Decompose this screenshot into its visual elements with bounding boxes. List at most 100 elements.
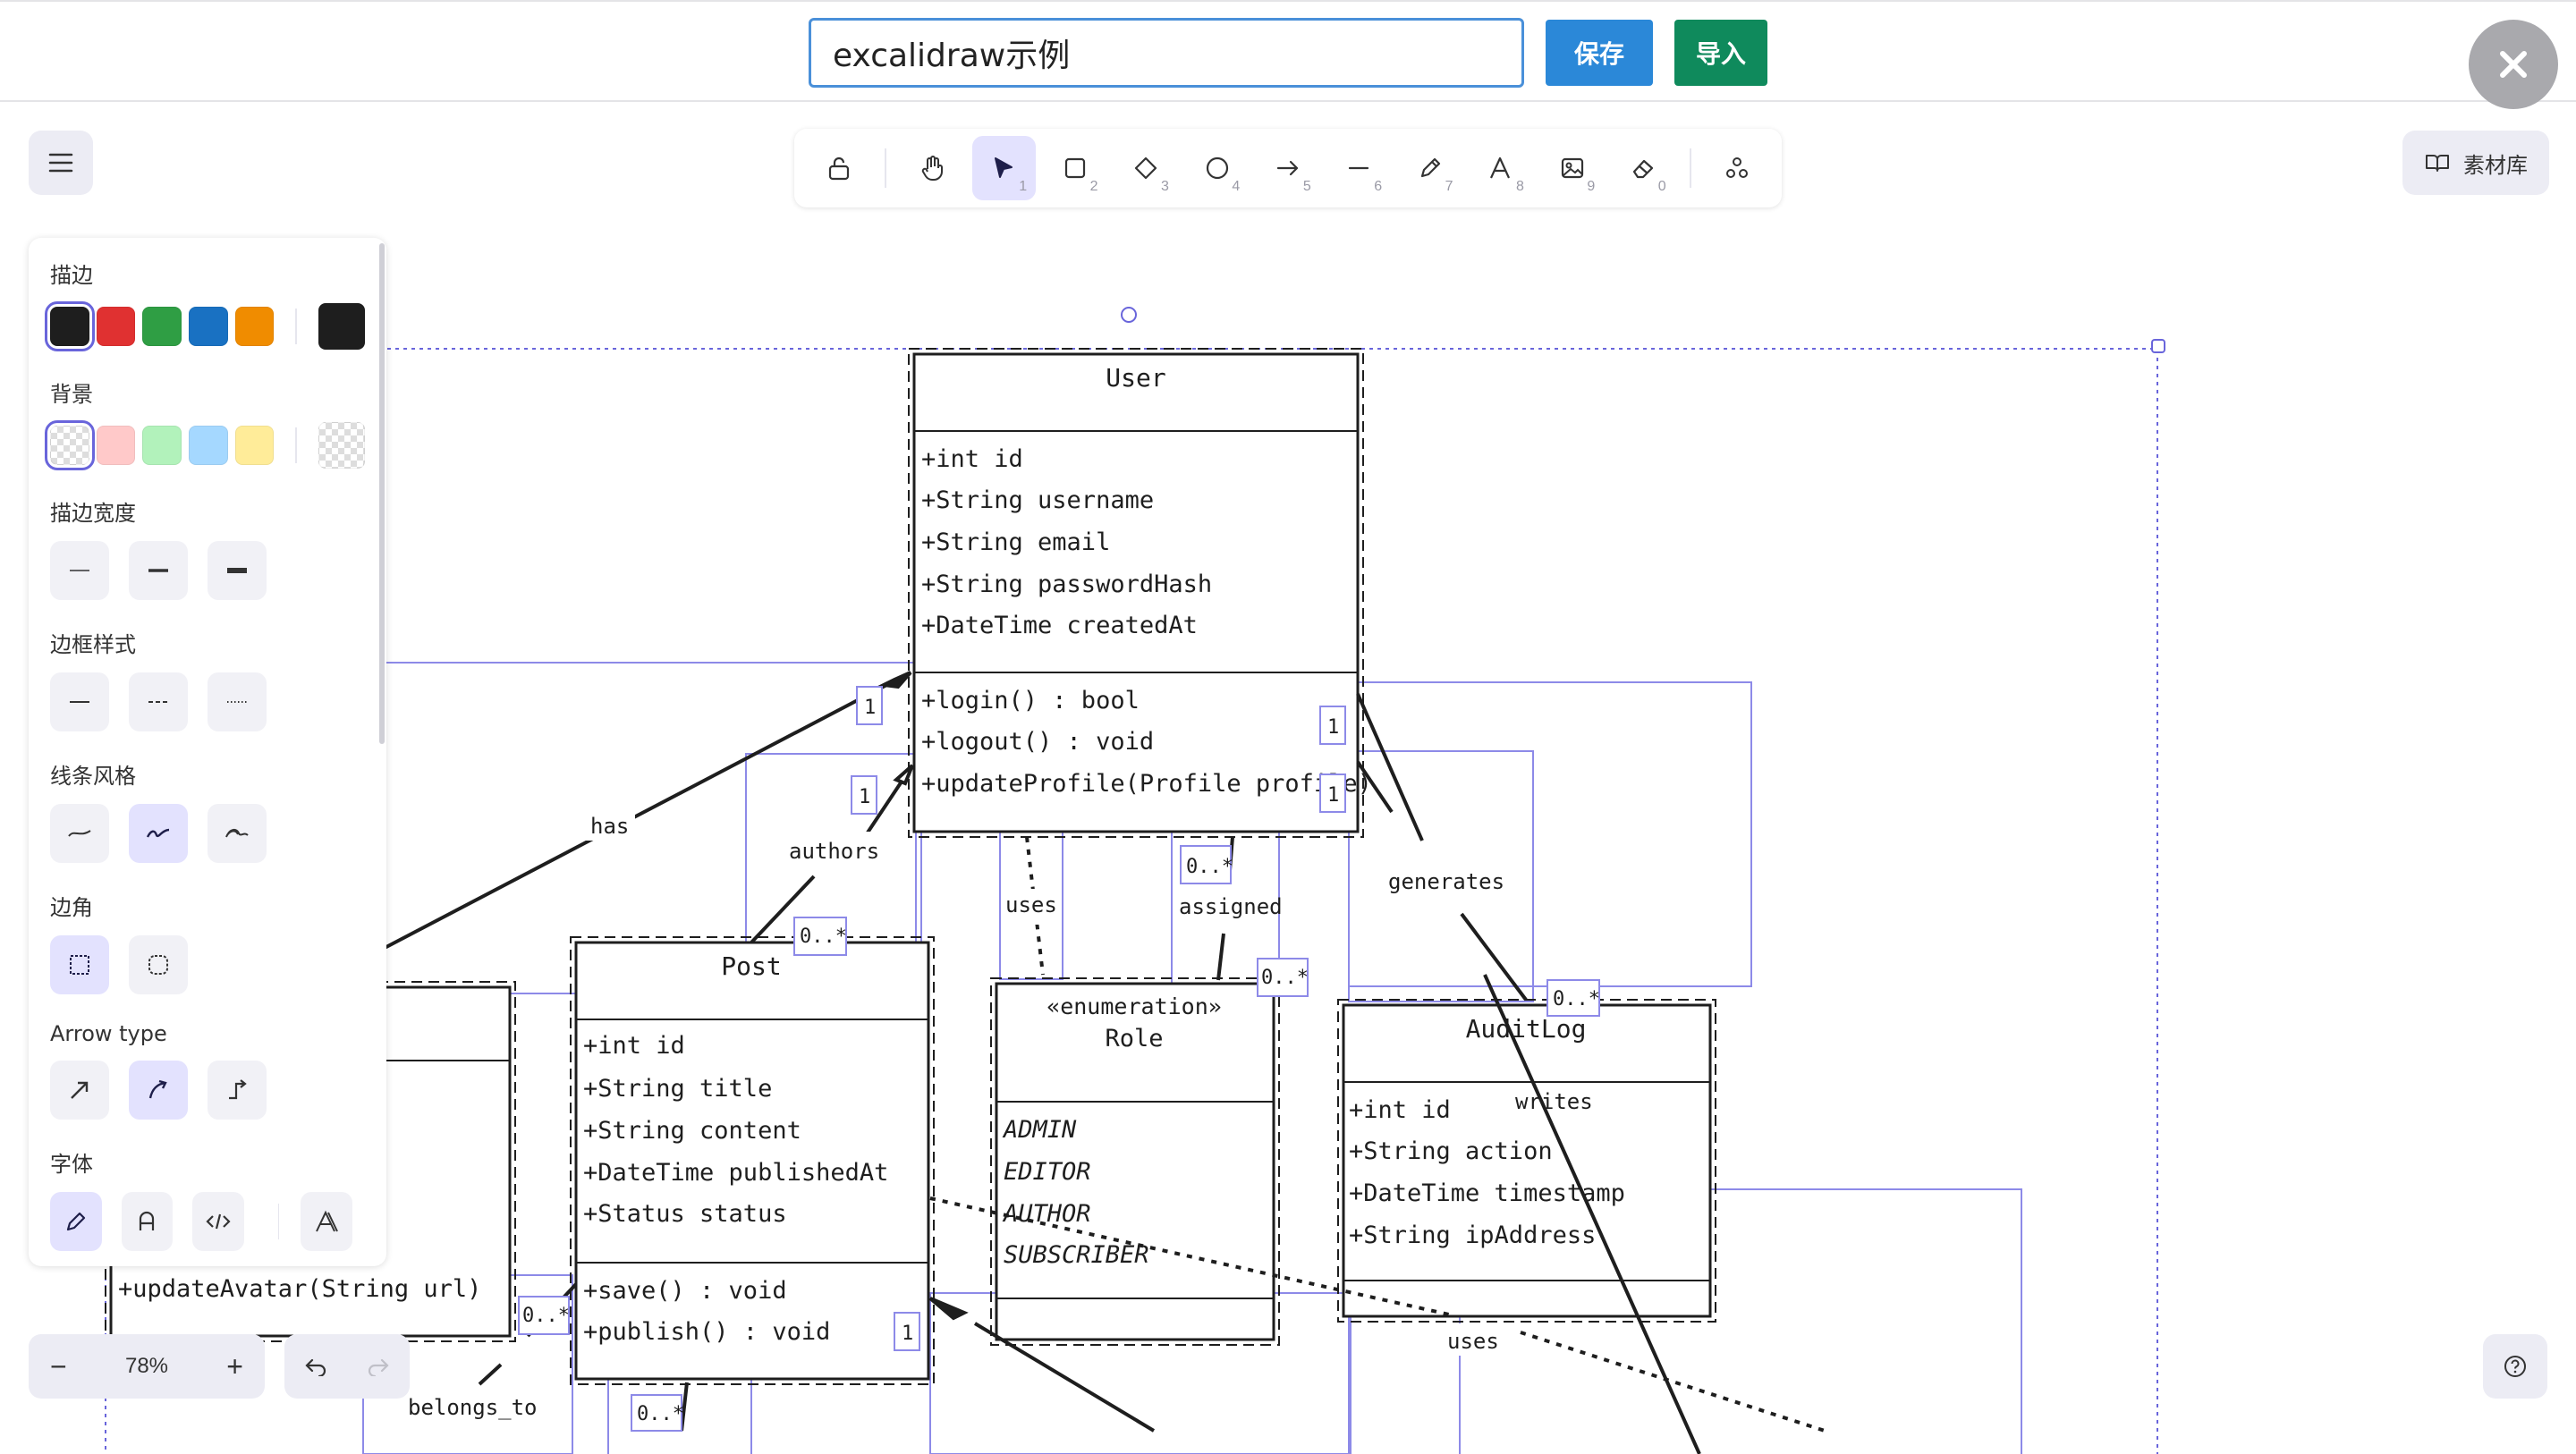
tool-shortcut: 9: [1587, 179, 1596, 194]
stroke-current-color[interactable]: [318, 303, 365, 350]
bg-swatch-green[interactable]: [142, 426, 182, 465]
sloppiness-label: 线条风格: [50, 764, 136, 789]
hand-icon: [921, 156, 944, 181]
panel-scrollbar[interactable]: [379, 243, 385, 744]
post-attr: +Status status: [583, 1200, 787, 1228]
main-menu-button[interactable]: [29, 131, 93, 195]
font-hand-drawn[interactable]: [50, 1192, 102, 1251]
label-uses-2: uses: [1447, 1329, 1499, 1354]
stroke-style-dashed[interactable]: [129, 672, 188, 731]
bg-swatch-blue[interactable]: [189, 426, 228, 465]
stroke-width-extra-bold[interactable]: [208, 541, 267, 600]
sloppiness-architect[interactable]: [50, 804, 109, 863]
tool-hand[interactable]: [901, 136, 964, 200]
post-attr: +String title: [583, 1075, 772, 1103]
label-has: has: [590, 814, 629, 839]
role-enum[interactable]: «enumeration» Role ADMIN EDITOR AUTHOR S…: [990, 977, 1280, 1346]
stroke-swatch-black[interactable]: [45, 301, 95, 351]
close-button[interactable]: [2469, 20, 2558, 109]
zoom-out-button[interactable]: −: [50, 1350, 67, 1383]
stroke-width-bold[interactable]: [129, 541, 188, 600]
auditlog-attr: +String action: [1349, 1137, 1553, 1165]
edges-round[interactable]: [129, 935, 188, 994]
thin-line-icon: [70, 570, 89, 571]
stroke-style-dotted[interactable]: [208, 672, 267, 731]
save-button[interactable]: 保存: [1546, 20, 1653, 86]
stroke-swatch-orange[interactable]: [234, 307, 275, 346]
role-value: SUBSCRIBER: [1004, 1241, 1149, 1269]
tool-lock[interactable]: [807, 136, 870, 200]
tool-draw[interactable]: 7: [1398, 136, 1462, 200]
bg-current-color[interactable]: [318, 422, 365, 469]
stroke-style-label: 边框样式: [50, 632, 136, 657]
user-class[interactable]: User +int id +String username +String em…: [908, 348, 1372, 838]
background-label: 背景: [50, 382, 93, 407]
edges-sharp[interactable]: [50, 935, 109, 994]
tool-line[interactable]: 6: [1327, 136, 1391, 200]
font-code[interactable]: [192, 1192, 244, 1251]
tool-ellipse[interactable]: 4: [1185, 136, 1249, 200]
uml-diagram[interactable]: User +int id +String username +String em…: [0, 102, 2576, 1454]
stroke-style-solid[interactable]: [50, 672, 109, 731]
tool-arrow[interactable]: 5: [1256, 136, 1319, 200]
sloppiness-cartoonist[interactable]: [208, 804, 267, 863]
role-stereotype: «enumeration»: [1046, 993, 1222, 1019]
import-button[interactable]: 导入: [1674, 20, 1767, 86]
multiplicity: 1: [1327, 716, 1339, 739]
tool-rectangle[interactable]: 2: [1043, 136, 1106, 200]
smooth-curve-icon: [68, 830, 91, 837]
user-method: +login() : bool: [921, 687, 1140, 714]
stroke-width-thin[interactable]: [50, 541, 109, 600]
background-color-row: [45, 420, 365, 470]
edges-label: 边角: [50, 895, 93, 920]
auditlog-class[interactable]: AuditLog +int id +String action +DateTim…: [1337, 999, 1716, 1323]
help-button[interactable]: [2483, 1334, 2547, 1399]
wavy-curve-icon: [146, 828, 170, 838]
bg-swatch-transparent[interactable]: [45, 420, 95, 470]
arrow-type-sharp[interactable]: [50, 1061, 109, 1120]
redo-icon[interactable]: [367, 1357, 390, 1376]
tool-text[interactable]: 8: [1470, 136, 1533, 200]
post-class[interactable]: Post +int id +String title +String conte…: [570, 936, 935, 1385]
arrow-type-elbow[interactable]: [208, 1061, 267, 1120]
auditlog-attr: +String ipAddress: [1349, 1222, 1596, 1249]
tool-image[interactable]: 9: [1540, 136, 1604, 200]
tool-extra[interactable]: [1706, 136, 1769, 200]
code-icon: [206, 1213, 231, 1230]
zoom-level[interactable]: 78%: [125, 1354, 168, 1379]
label-uses: uses: [1005, 892, 1057, 917]
font-normal[interactable]: [121, 1192, 174, 1251]
undo-icon[interactable]: [304, 1357, 327, 1376]
library-button[interactable]: 素材库: [2402, 131, 2549, 195]
user-attr: +DateTime createdAt: [921, 612, 1198, 639]
zoom-in-button[interactable]: +: [226, 1350, 243, 1383]
drawing-canvas[interactable]: User +int id +String username +String em…: [0, 102, 2576, 1454]
edges-row: [50, 935, 365, 994]
tool-eraser[interactable]: 0: [1611, 136, 1674, 200]
auditlog-attr: +int id: [1349, 1096, 1451, 1124]
sloppiness-artist[interactable]: [129, 804, 188, 863]
toolbar-divider: [1689, 148, 1691, 188]
role-value: AUTHOR: [1002, 1200, 1091, 1228]
bg-swatch-red[interactable]: [96, 426, 136, 465]
tool-diamond[interactable]: 3: [1114, 136, 1178, 200]
label-assigned: assigned: [1179, 894, 1283, 919]
stroke-swatch-red[interactable]: [96, 307, 136, 346]
font-more[interactable]: [301, 1192, 352, 1251]
stroke-swatch-blue[interactable]: [189, 307, 228, 346]
profile-method: +updateAvatar(String url): [118, 1275, 481, 1303]
close-icon: [2500, 51, 2527, 78]
post-attr: +String content: [583, 1117, 801, 1145]
lock-icon: [828, 156, 849, 181]
eraser-icon: [1632, 159, 1654, 179]
resize-handle-ne[interactable]: [2151, 339, 2165, 353]
rotation-handle[interactable]: [1121, 307, 1137, 323]
multiplicity: 0..*: [522, 1305, 570, 1327]
multiplicity: 1: [859, 786, 870, 808]
bg-swatch-yellow[interactable]: [234, 426, 275, 465]
tool-selection[interactable]: 1: [971, 136, 1037, 200]
title-input[interactable]: [809, 18, 1524, 88]
font-label: 字体: [50, 1152, 93, 1177]
arrow-type-curved[interactable]: [129, 1061, 188, 1120]
stroke-swatch-green[interactable]: [142, 307, 182, 346]
